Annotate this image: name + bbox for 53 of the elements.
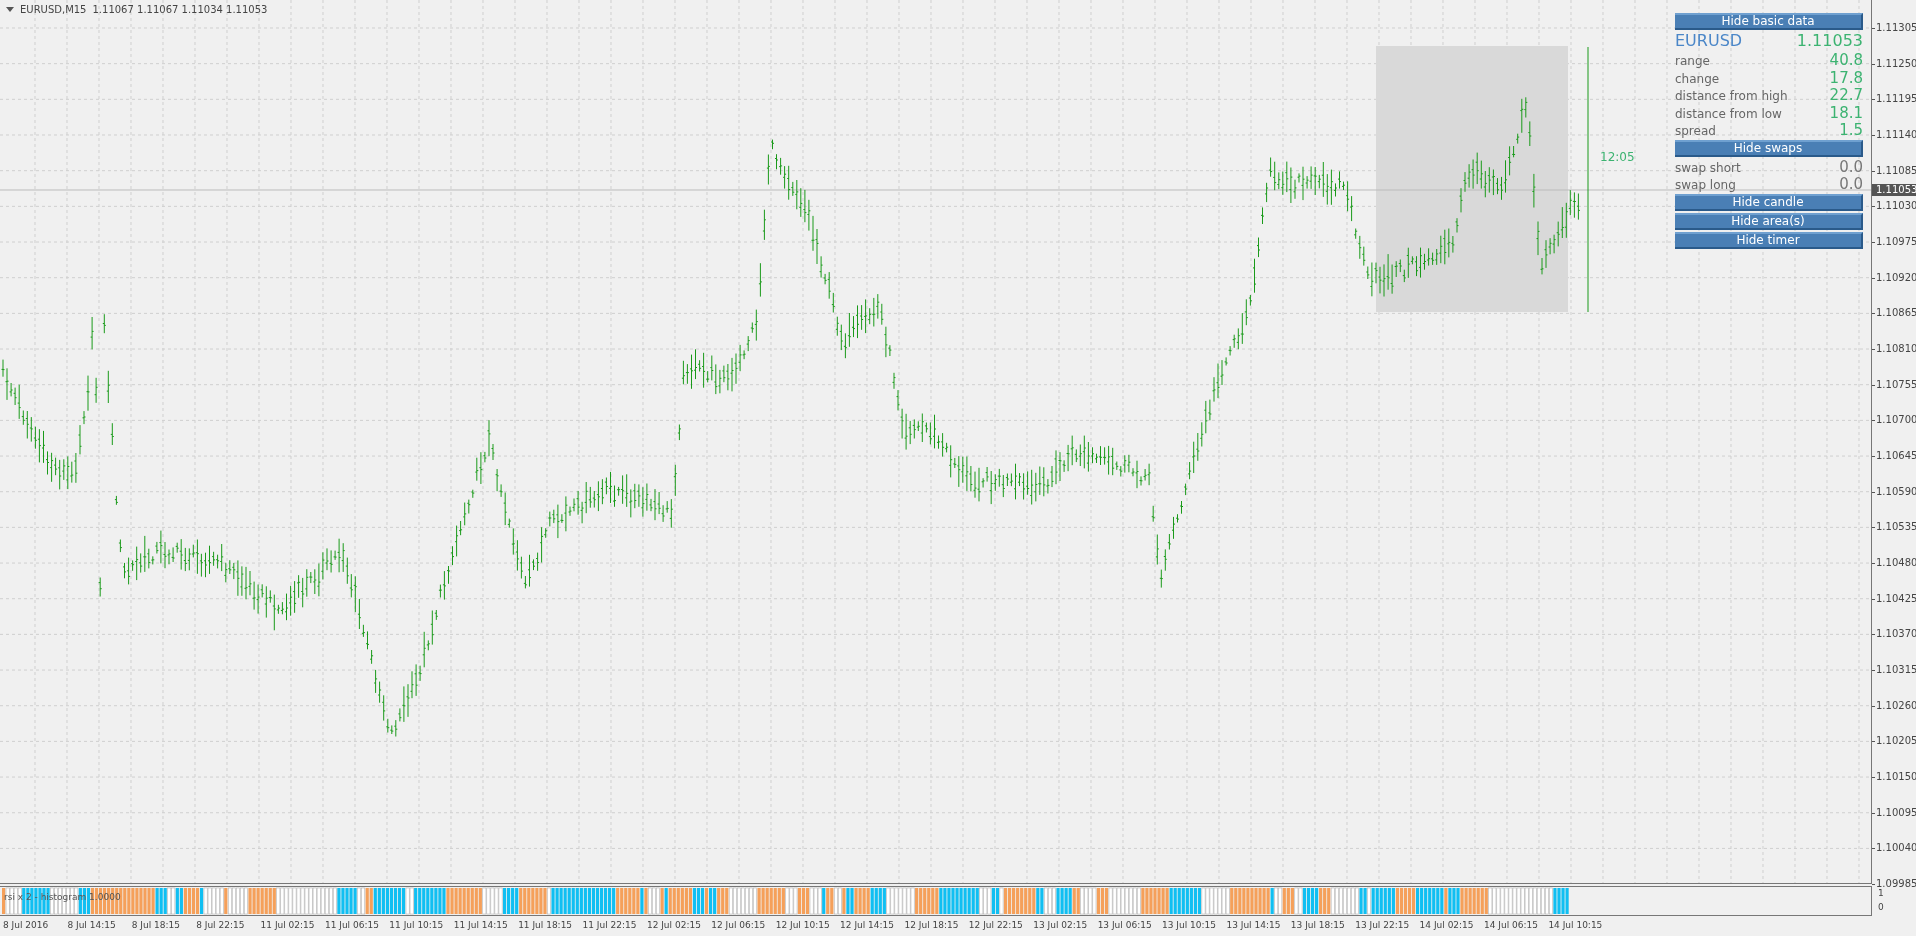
- toggle-button[interactable]: Hide timer: [1675, 231, 1863, 249]
- time-label: 13 Jul 22:15: [1355, 919, 1411, 932]
- time-label: 8 Jul 18:15: [131, 919, 182, 932]
- time-label: 11 Jul 18:15: [518, 919, 574, 932]
- symbol-label: EURUSD,M15: [20, 4, 87, 15]
- caret-icon[interactable]: [6, 7, 14, 12]
- time-label: 12 Jul 02:15: [646, 919, 702, 932]
- time-label: 11 Jul 10:15: [389, 919, 445, 932]
- current-price-label: 1.11053: [1872, 184, 1916, 196]
- stat-value: 1.5: [1839, 121, 1863, 139]
- time-label: 8 Jul 2016: [3, 919, 50, 932]
- stat-label: spread: [1675, 124, 1716, 138]
- candle-timer: 12:05: [1600, 150, 1635, 164]
- time-label: 12 Jul 22:15: [968, 919, 1024, 932]
- time-label: 11 Jul 14:15: [453, 919, 509, 932]
- time-label: 13 Jul 10:15: [1162, 919, 1217, 932]
- time-label: 14 Jul 02:15: [1419, 919, 1475, 932]
- bid-price: 1.11053: [1796, 31, 1863, 50]
- time-label: 8 Jul 22:15: [196, 919, 246, 932]
- stat-value: 17.8: [1829, 68, 1863, 87]
- time-label: 12 Jul 06:15: [711, 919, 767, 932]
- time-label: 14 Jul 10:15: [1548, 919, 1604, 932]
- swap-value: 0.0: [1839, 175, 1863, 193]
- swap-label: swap long: [1675, 178, 1736, 192]
- swap-value: 0.0: [1839, 157, 1863, 176]
- time-label: 13 Jul 02:15: [1033, 919, 1089, 932]
- time-label: 11 Jul 02:15: [260, 919, 316, 932]
- time-label: 11 Jul 06:15: [324, 919, 380, 932]
- time-label: 11 Jul 22:15: [582, 919, 638, 932]
- toggle-button[interactable]: Hide swaps: [1675, 139, 1863, 157]
- toggle-button[interactable]: Hide basic data: [1675, 13, 1863, 30]
- toggle-button[interactable]: Hide area(s): [1675, 212, 1863, 230]
- time-label: 12 Jul 10:15: [775, 919, 831, 932]
- stat-label: change: [1675, 71, 1720, 86]
- time-label: 13 Jul 14:15: [1226, 919, 1282, 932]
- symbol-name: EURUSD: [1675, 31, 1743, 50]
- indicator-axis-label: 0: [1878, 902, 1885, 912]
- time-label: 8 Jul 14:15: [67, 919, 117, 932]
- stat-value: 22.7: [1829, 86, 1863, 104]
- toggle-button[interactable]: Hide candle: [1675, 193, 1863, 211]
- time-label: 12 Jul 14:15: [840, 919, 896, 932]
- stat-label: distance from low: [1675, 106, 1782, 121]
- time-label: 13 Jul 18:15: [1290, 919, 1346, 932]
- stat-label: range: [1675, 54, 1710, 68]
- time-label: 13 Jul 06:15: [1097, 919, 1153, 932]
- time-label: 14 Jul 06:15: [1484, 919, 1539, 932]
- stat-label: distance from high: [1675, 89, 1788, 103]
- ohlc-values: 1.11067 1.11067 1.11034 1.11053: [92, 4, 268, 15]
- stat-value: 18.1: [1829, 103, 1863, 122]
- stat-value: 40.8: [1829, 51, 1863, 69]
- time-label: 12 Jul 18:15: [904, 919, 960, 932]
- indicator-axis-label: 1: [1878, 888, 1885, 898]
- swap-label: swap short: [1675, 160, 1741, 175]
